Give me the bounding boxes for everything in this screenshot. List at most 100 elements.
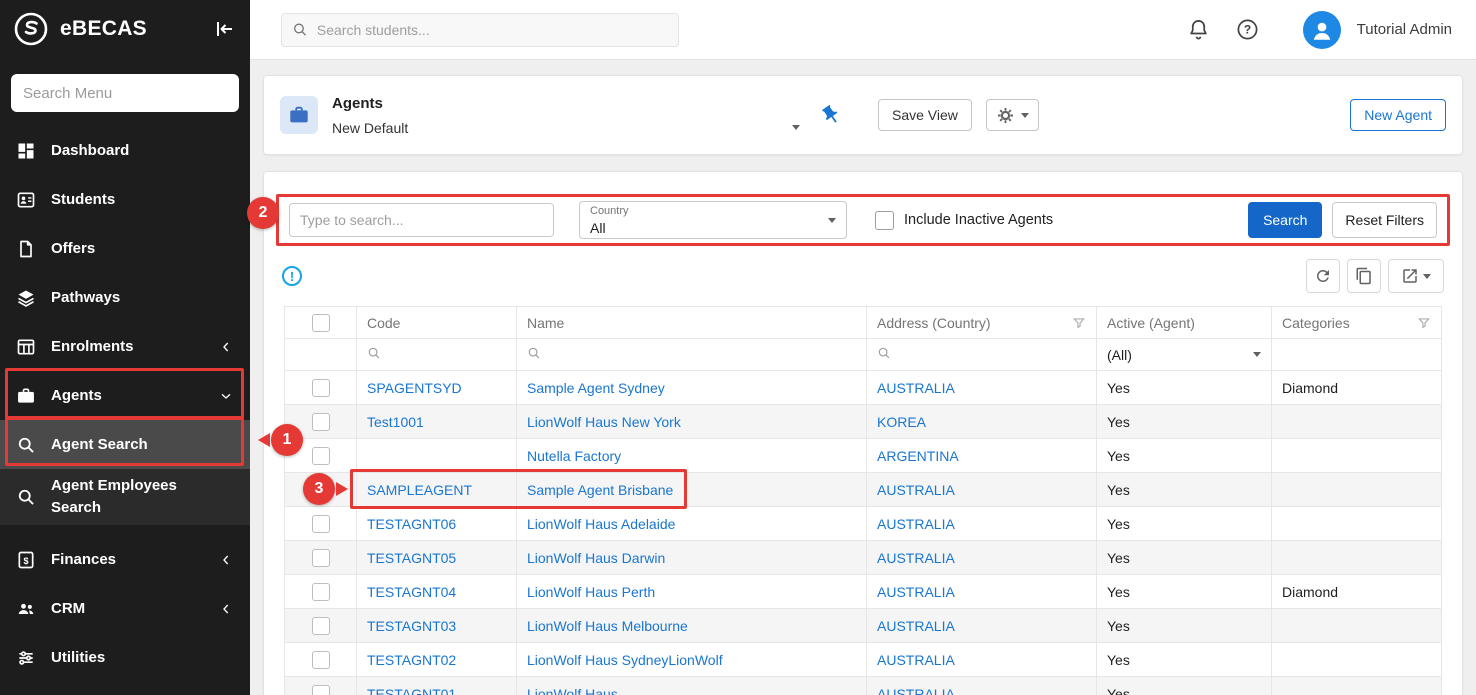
row-code-link[interactable]: TESTAGNT06	[367, 516, 456, 532]
select-all-checkbox[interactable]	[312, 314, 330, 332]
row-checkbox[interactable]	[312, 413, 330, 431]
include-inactive-checkbox[interactable]	[875, 211, 894, 230]
row-code-link[interactable]: TESTAGNT04	[367, 584, 456, 600]
sidebar-item-agent-employees-search[interactable]: Agent Employees Search	[0, 469, 250, 525]
row-name-link[interactable]: LionWolf Haus New York	[527, 414, 681, 430]
refresh-button[interactable]	[1306, 259, 1340, 293]
chevron-left-icon	[218, 552, 234, 568]
row-country-link[interactable]: KOREA	[877, 414, 926, 430]
student-search-input[interactable]	[317, 22, 668, 38]
row-checkbox[interactable]	[312, 651, 330, 669]
sidebar-item-agent-search[interactable]: Agent Search	[0, 420, 250, 469]
row-country-link[interactable]: AUSTRALIA	[877, 380, 955, 396]
row-code-link[interactable]: TESTAGNT01	[367, 686, 456, 695]
row-checkbox[interactable]	[312, 549, 330, 567]
sidebar-item-label: Pathways	[51, 289, 120, 306]
table-row[interactable]: SPAGENTSYD Sample Agent Sydney AUSTRALIA…	[285, 371, 1442, 405]
row-active-value: Yes	[1097, 677, 1272, 695]
active-filter-value: (All)	[1107, 347, 1132, 363]
table-row[interactable]: TESTAGNT01 LionWolf Haus AUSTRALIA Yes	[285, 677, 1442, 695]
notifications-bell-icon[interactable]	[1187, 18, 1210, 41]
reset-filters-button[interactable]: Reset Filters	[1332, 202, 1437, 238]
row-checkbox[interactable]	[312, 617, 330, 635]
row-name-link[interactable]: Nutella Factory	[527, 448, 621, 464]
sidebar-item-utilities[interactable]: Utilities	[0, 633, 250, 682]
table-row[interactable]: Nutella Factory ARGENTINA Yes	[285, 439, 1442, 473]
sidebar-item-dashboard[interactable]: Dashboard	[0, 126, 250, 175]
column-header-active-agent[interactable]: Active (Agent)	[1097, 307, 1272, 339]
country-select[interactable]: Country All	[579, 201, 847, 239]
name-filter-cell[interactable]	[517, 339, 867, 371]
pin-view-icon[interactable]	[816, 100, 847, 131]
row-name-link[interactable]: LionWolf Haus Melbourne	[527, 618, 688, 634]
table-row[interactable]: Test1001 LionWolf Haus New York KOREA Ye…	[285, 405, 1442, 439]
column-label: Code	[367, 315, 400, 331]
user-avatar[interactable]	[1303, 11, 1341, 49]
row-code-link[interactable]: TESTAGNT05	[367, 550, 456, 566]
row-country-link[interactable]: AUSTRALIA	[877, 652, 955, 668]
row-country-link[interactable]: AUSTRALIA	[877, 584, 955, 600]
agent-search-input[interactable]	[289, 203, 554, 237]
menu-search-input[interactable]	[11, 74, 239, 112]
table-row[interactable]: TESTAGNT04 LionWolf Haus Perth AUSTRALIA…	[285, 575, 1442, 609]
row-name-link[interactable]: LionWolf Haus Perth	[527, 584, 655, 600]
sidebar-item-offers[interactable]: Offers	[0, 224, 250, 273]
column-header-categories[interactable]: Categories	[1272, 307, 1442, 339]
main-content: Agents New Default Save View New Agent	[250, 60, 1476, 695]
table-row[interactable]: TESTAGNT05 LionWolf Haus Darwin AUSTRALI…	[285, 541, 1442, 575]
search-button[interactable]: Search	[1248, 202, 1322, 238]
column-header-name[interactable]: Name	[517, 307, 867, 339]
collapse-sidebar-icon[interactable]	[212, 17, 236, 41]
row-country-link[interactable]: AUSTRALIA	[877, 686, 955, 695]
filter-funnel-icon[interactable]	[1072, 316, 1086, 330]
active-filter-select[interactable]: (All)	[1097, 339, 1272, 371]
row-name-link[interactable]: Sample Agent Sydney	[527, 380, 665, 396]
row-country-link[interactable]: AUSTRALIA	[877, 550, 955, 566]
row-country-link[interactable]: AUSTRALIA	[877, 618, 955, 634]
column-header-address-country[interactable]: Address (Country)	[867, 307, 1097, 339]
address-filter-cell[interactable]	[867, 339, 1097, 371]
row-checkbox[interactable]	[312, 447, 330, 465]
table-row[interactable]: SAMPLEAGENT Sample Agent Brisbane AUSTRA…	[285, 473, 1442, 507]
save-view-button[interactable]: Save View	[878, 99, 972, 131]
row-code-link[interactable]: SAMPLEAGENT	[367, 482, 472, 498]
row-country-link[interactable]: AUSTRALIA	[877, 516, 955, 532]
export-button[interactable]	[1388, 259, 1444, 293]
view-settings-button[interactable]	[986, 99, 1039, 131]
sidebar-item-students[interactable]: Students	[0, 175, 250, 224]
row-name-link[interactable]: LionWolf Haus Darwin	[527, 550, 665, 566]
row-checkbox[interactable]	[312, 515, 330, 533]
row-code-link[interactable]: Test1001	[367, 414, 424, 430]
copy-button[interactable]	[1347, 259, 1381, 293]
row-checkbox[interactable]	[312, 379, 330, 397]
row-name-link[interactable]: Sample Agent Brisbane	[527, 482, 673, 498]
new-agent-button[interactable]: New Agent	[1350, 99, 1446, 131]
row-code-link[interactable]: SPAGENTSYD	[367, 380, 462, 396]
code-filter-cell[interactable]	[357, 339, 517, 371]
row-checkbox[interactable]	[312, 685, 330, 695]
chevron-down-icon	[792, 125, 800, 130]
row-checkbox[interactable]	[312, 583, 330, 601]
row-name-link[interactable]: LionWolf Haus	[527, 686, 618, 695]
row-name-link[interactable]: LionWolf Haus SydneyLionWolf	[527, 652, 723, 668]
row-country-link[interactable]: ARGENTINA	[877, 448, 959, 464]
sidebar-item-crm[interactable]: CRM	[0, 584, 250, 633]
categories-filter-cell[interactable]	[1272, 339, 1442, 371]
table-row[interactable]: TESTAGNT03 LionWolf Haus Melbourne AUSTR…	[285, 609, 1442, 643]
sidebar-item-agents[interactable]: Agents	[0, 371, 250, 420]
svg-text:?: ?	[1244, 23, 1251, 37]
row-code-link[interactable]: TESTAGNT02	[367, 652, 456, 668]
row-code-link[interactable]: TESTAGNT03	[367, 618, 456, 634]
view-select[interactable]: New Default	[332, 120, 800, 136]
table-row[interactable]: TESTAGNT02 LionWolf Haus SydneyLionWolf …	[285, 643, 1442, 677]
sidebar-item-pathways[interactable]: Pathways	[0, 273, 250, 322]
sidebar-item-enrolments[interactable]: Enrolments	[0, 322, 250, 371]
help-icon[interactable]: ?	[1236, 18, 1259, 41]
row-name-link[interactable]: LionWolf Haus Adelaide	[527, 516, 675, 532]
column-header-code[interactable]: Code	[357, 307, 517, 339]
info-icon[interactable]: !	[282, 266, 302, 286]
filter-funnel-icon[interactable]	[1417, 316, 1431, 330]
sidebar-item-finances[interactable]: $ Finances	[0, 535, 250, 584]
table-row[interactable]: TESTAGNT06 LionWolf Haus Adelaide AUSTRA…	[285, 507, 1442, 541]
row-country-link[interactable]: AUSTRALIA	[877, 482, 955, 498]
